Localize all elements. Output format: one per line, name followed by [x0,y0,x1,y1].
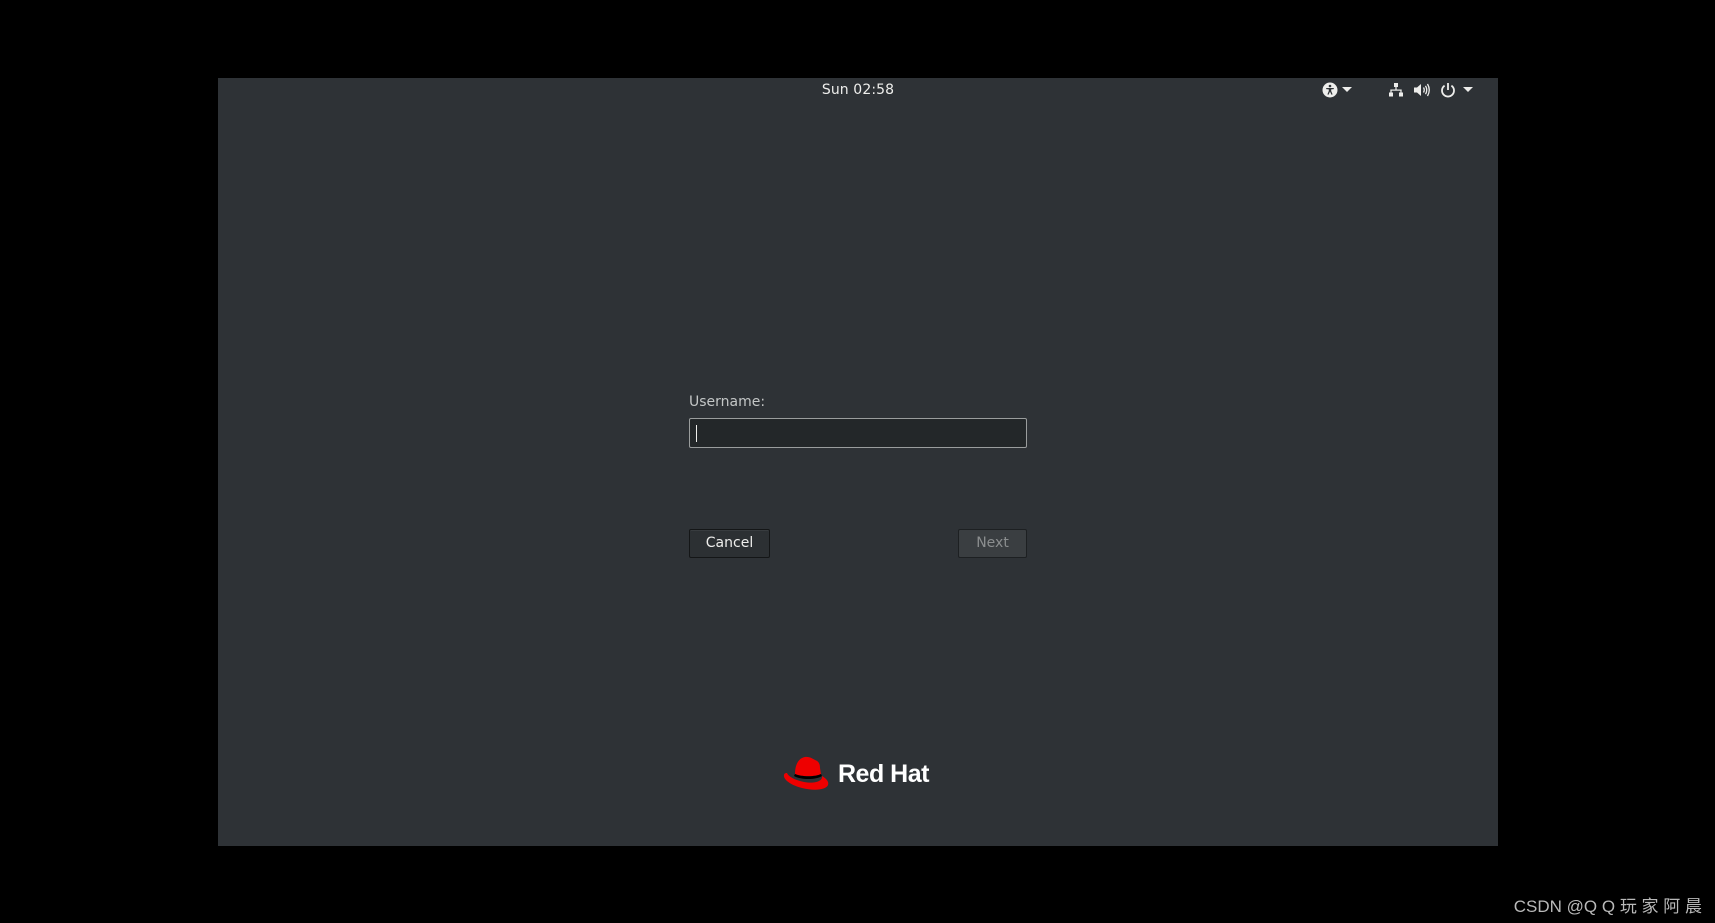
username-label: Username: [689,394,766,410]
username-input[interactable] [689,418,1027,448]
network-wired-icon [1388,82,1404,98]
system-menu[interactable] [1388,81,1473,99]
accessibility-menu[interactable] [1322,81,1352,99]
red-hat-logo-icon [782,752,834,796]
power-icon [1440,82,1456,98]
clock[interactable]: Sun 02:58 [218,82,1498,98]
watermark: CSDN @Q Q 玩 家 阿 晨 [1513,897,1702,916]
login-form: Username: Cancel Next [689,392,1027,558]
next-button[interactable]: Next [958,529,1027,558]
login-screen: Sun 02:58 Username: Cancel Next Red Hat [218,78,1498,846]
chevron-down-icon [1342,87,1352,93]
red-hat-logo: Red Hat [782,754,929,794]
text-cursor [696,425,697,442]
login-buttons: Cancel Next [689,529,1027,558]
logo-text: Red Hat [838,759,929,788]
chevron-down-icon [1463,87,1473,93]
volume-icon [1413,82,1431,98]
cancel-button[interactable]: Cancel [689,529,770,558]
top-bar: Sun 02:58 [218,78,1498,102]
accessibility-icon [1322,82,1338,98]
